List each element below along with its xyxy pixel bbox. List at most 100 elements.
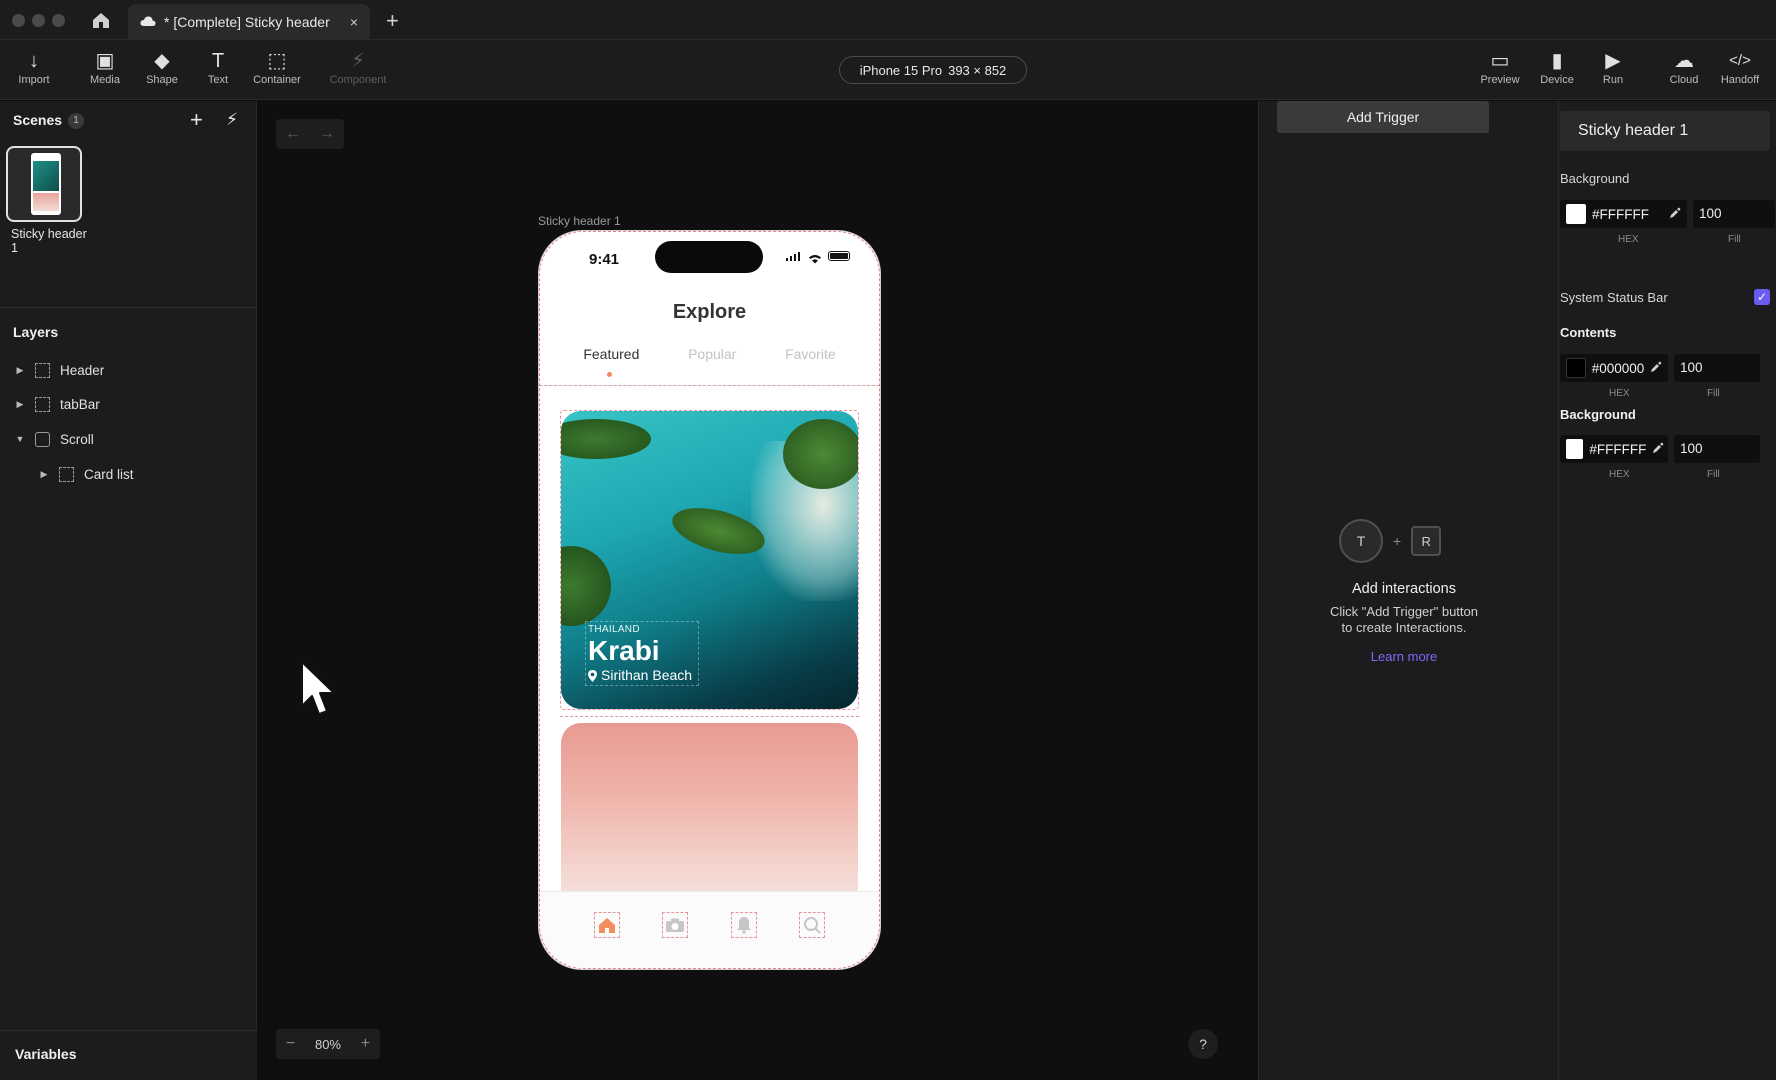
background2-hex-input[interactable]: #FFFFFF bbox=[1560, 435, 1668, 463]
color-swatch[interactable] bbox=[1566, 204, 1586, 224]
lightning-icon: ⚡ bbox=[350, 50, 366, 72]
eyedropper-icon[interactable] bbox=[1669, 207, 1687, 222]
fill-sub-label: Fill bbox=[1728, 234, 1741, 245]
contents-label: Contents bbox=[1560, 325, 1617, 340]
contents-fill-input[interactable]: 100 bbox=[1674, 354, 1760, 382]
plus-icon: + bbox=[1393, 533, 1402, 549]
add-trigger-button[interactable]: Add Trigger bbox=[1277, 101, 1489, 133]
device-selector[interactable]: iPhone 15 Pro 393 × 852 bbox=[839, 56, 1027, 84]
frame-label[interactable]: Sticky header 1 bbox=[538, 214, 621, 228]
layer-label: Header bbox=[60, 362, 105, 378]
layer-row-header[interactable]: ▶ Header bbox=[0, 355, 257, 385]
download-icon: ↓ bbox=[29, 50, 39, 72]
layer-row-tabbar[interactable]: ▶ tabBar bbox=[0, 389, 257, 419]
color-swatch[interactable] bbox=[1566, 439, 1584, 459]
minimize-window-button[interactable] bbox=[32, 14, 45, 27]
hex-value: #000000 bbox=[1591, 360, 1645, 376]
shape-button[interactable]: ◆ Shape bbox=[132, 48, 192, 86]
eyedropper-icon[interactable] bbox=[1652, 442, 1668, 457]
zoom-in-button[interactable]: + bbox=[361, 1035, 370, 1053]
home-icon[interactable] bbox=[90, 10, 112, 30]
scene-label: Sticky header 1 bbox=[11, 227, 87, 255]
tab-close-icon[interactable]: × bbox=[350, 14, 358, 30]
back-arrow-icon[interactable]: ← bbox=[285, 125, 301, 143]
frame-icon bbox=[35, 396, 50, 412]
zoom-out-button[interactable]: − bbox=[286, 1035, 295, 1053]
divider bbox=[0, 307, 257, 308]
preview-button[interactable]: ▭ Preview bbox=[1470, 48, 1530, 86]
text-button[interactable]: T Text bbox=[188, 48, 248, 86]
aerial-island bbox=[783, 419, 858, 489]
learn-more-link[interactable]: Learn more bbox=[1259, 649, 1549, 664]
variables-title: Variables bbox=[15, 1046, 77, 1062]
background-hex-input[interactable]: #FFFFFF bbox=[1560, 200, 1687, 228]
contents-hex-input[interactable]: #000000 bbox=[1560, 354, 1668, 382]
background2-color-row: #FFFFFF 100 bbox=[1560, 435, 1775, 463]
mouse-cursor-icon bbox=[300, 660, 340, 723]
cloud-button[interactable]: ☁ Cloud bbox=[1654, 48, 1714, 86]
background2-fill-input[interactable]: 100 bbox=[1674, 435, 1760, 463]
background-color-row: #FFFFFF 100 bbox=[1560, 200, 1775, 228]
chevron-right-icon[interactable]: ▶ bbox=[38, 469, 50, 480]
background-label: Background bbox=[1560, 407, 1636, 422]
properties-panel: Sticky header 1 Background #FFFFFF 100 H… bbox=[1558, 101, 1776, 1080]
tab-favorite[interactable]: Favorite bbox=[785, 346, 836, 362]
scene-thumbnail[interactable] bbox=[6, 146, 82, 222]
hex-sub-label: HEX bbox=[1609, 388, 1630, 399]
play-icon: ▶ bbox=[1605, 50, 1621, 72]
chevron-right-icon[interactable]: ▶ bbox=[14, 365, 26, 376]
add-scene-button[interactable]: + bbox=[190, 107, 203, 133]
phone-frame[interactable]: 9:41 Explore Featured Popular Favorite T… bbox=[538, 230, 881, 970]
card-beach: Sirithan Beach bbox=[601, 667, 693, 683]
handoff-button[interactable]: </> Handoff bbox=[1710, 48, 1770, 86]
search-icon[interactable] bbox=[798, 912, 825, 938]
card-location: Sirithan Beach bbox=[588, 667, 692, 683]
close-window-button[interactable] bbox=[12, 14, 25, 27]
color-swatch[interactable] bbox=[1566, 358, 1586, 378]
forward-arrow-icon[interactable]: → bbox=[319, 125, 335, 143]
status-bar-checkbox[interactable]: ✓ bbox=[1754, 289, 1770, 305]
destination-card[interactable]: THAILAND Krabi Sirithan Beach bbox=[561, 411, 858, 709]
background-fill-input[interactable]: 100 bbox=[1693, 200, 1775, 228]
container-button[interactable]: ⬚ Container bbox=[247, 48, 307, 86]
scene-name-field[interactable]: Sticky header 1 bbox=[1560, 111, 1770, 151]
tab-popular[interactable]: Popular bbox=[688, 346, 736, 362]
document-tab[interactable]: * [Complete] Sticky header × bbox=[128, 4, 370, 40]
layer-row-scroll[interactable]: ▼ Scroll bbox=[0, 424, 257, 454]
component-label: Component bbox=[329, 74, 387, 86]
variables-bar[interactable]: Variables bbox=[0, 1030, 257, 1080]
media-button[interactable]: ▣ Media bbox=[75, 48, 135, 86]
camera-icon[interactable] bbox=[662, 912, 689, 938]
zoom-window-button[interactable] bbox=[52, 14, 65, 27]
phone-tab-bar bbox=[539, 891, 880, 969]
device-button[interactable]: ▮ Device bbox=[1527, 48, 1587, 86]
home-icon[interactable] bbox=[594, 912, 621, 938]
add-interactions-title: Add interactions bbox=[1352, 581, 1456, 597]
bell-icon[interactable] bbox=[730, 912, 757, 938]
chevron-down-icon[interactable]: ▼ bbox=[14, 434, 26, 444]
scenes-count-badge: 1 bbox=[68, 113, 85, 130]
hex-sub-label: HEX bbox=[1609, 469, 1630, 480]
destination-card[interactable] bbox=[561, 723, 858, 903]
new-tab-button[interactable]: + bbox=[386, 8, 399, 34]
eyedropper-icon[interactable] bbox=[1650, 361, 1668, 376]
layer-row-card-list[interactable]: ▶ Card list bbox=[0, 459, 257, 489]
chevron-right-icon[interactable]: ▶ bbox=[14, 399, 26, 410]
run-button[interactable]: ▶ Run bbox=[1583, 48, 1643, 86]
title-bar: * [Complete] Sticky header × + bbox=[0, 0, 1776, 40]
layer-label: Scroll bbox=[60, 431, 94, 447]
response-icon: R bbox=[1411, 526, 1442, 556]
help-button[interactable]: ? bbox=[1188, 1029, 1218, 1059]
lightning-icon[interactable]: ⚡ bbox=[226, 110, 238, 130]
cloud-icon bbox=[140, 14, 156, 30]
import-label: Import bbox=[18, 74, 50, 86]
aerial-island bbox=[561, 546, 611, 626]
component-button[interactable]: ⚡ Component bbox=[327, 48, 389, 86]
tab-featured[interactable]: Featured bbox=[583, 346, 639, 362]
media-label: Media bbox=[90, 74, 120, 86]
frame-icon bbox=[59, 466, 74, 482]
fill-sub-label: Fill bbox=[1707, 469, 1720, 480]
import-button[interactable]: ↓ Import bbox=[4, 48, 64, 86]
zoom-level[interactable]: 80% bbox=[315, 1037, 341, 1052]
cloud-label: Cloud bbox=[1669, 74, 1699, 86]
